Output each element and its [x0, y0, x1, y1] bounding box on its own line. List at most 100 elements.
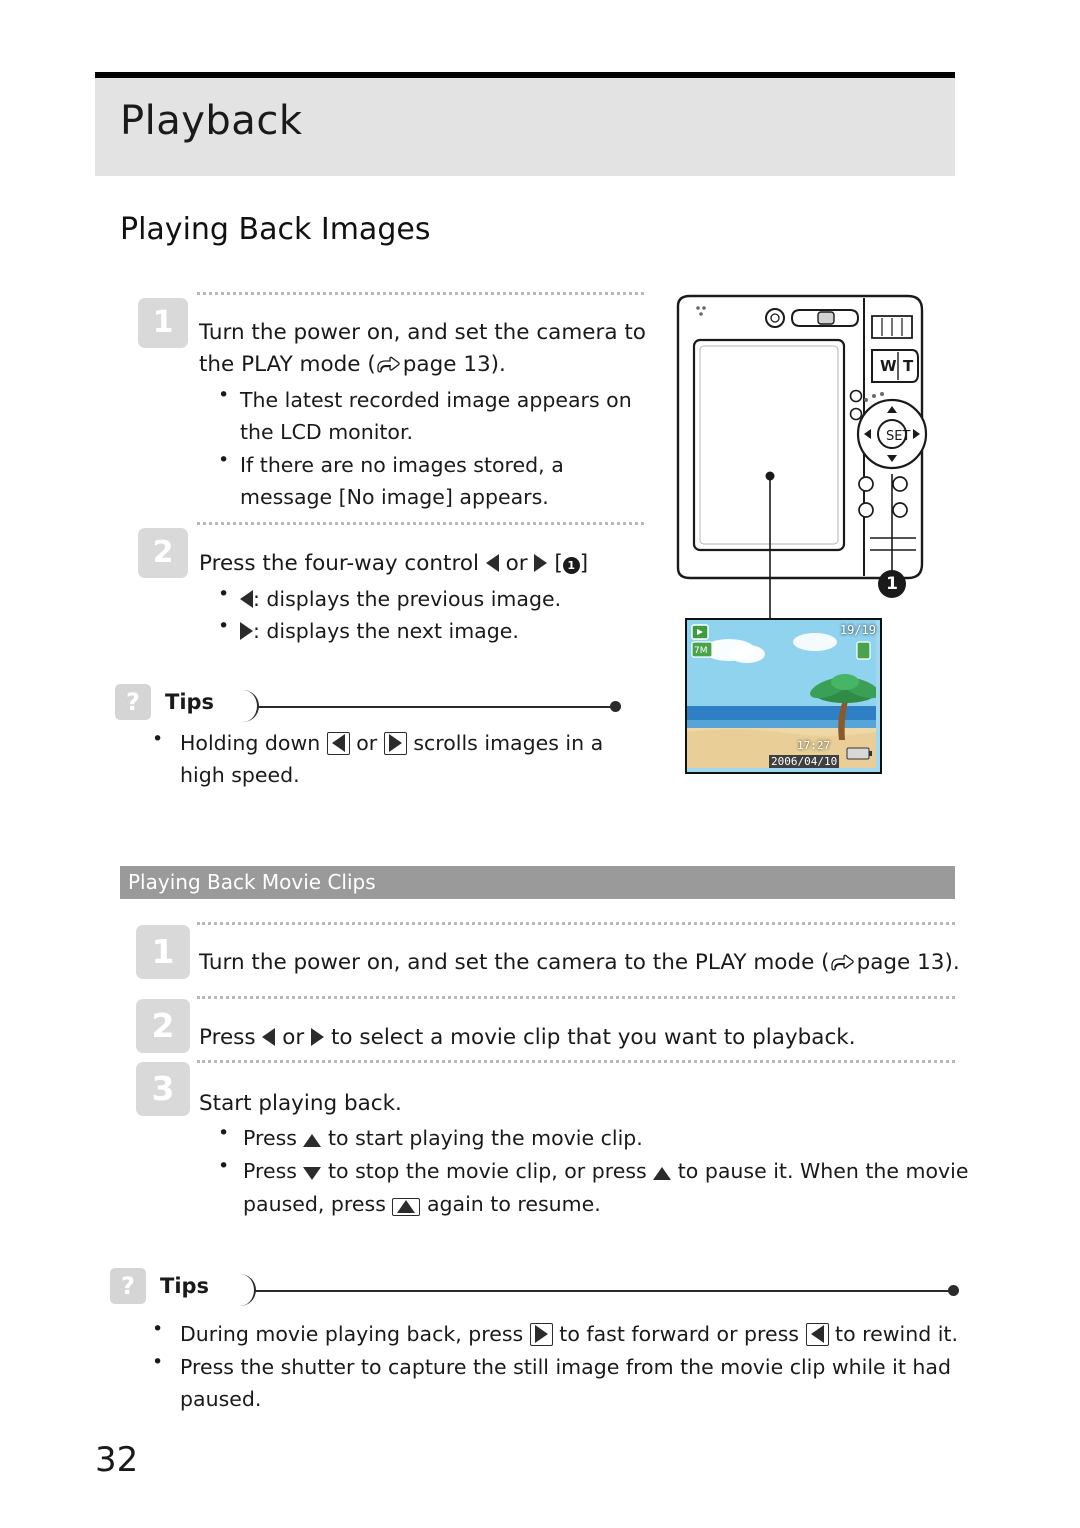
- tips-header-1: ? Tips: [115, 684, 625, 724]
- step-1-line-1: Turn the power on, and set the camera to: [199, 320, 646, 345]
- right-arrow-icon: [534, 554, 548, 572]
- step-1-bullet-2-line-1: If there are no images stored, a: [240, 453, 564, 477]
- svg-text:7M: 7M: [694, 646, 708, 656]
- movie-bullet-2-mid: to stop the movie clip, or press: [328, 1159, 647, 1183]
- step-2-bullet-1-text: : displays the previous image.: [253, 587, 562, 611]
- left-arrow-icon: [240, 590, 253, 608]
- movie-step-1-pre: Turn the power on, and set the camera to…: [199, 950, 830, 975]
- left-arrow-icon: [485, 554, 499, 572]
- step-1-bullet-2-line-2: message [No image] appears.: [240, 481, 660, 513]
- page-header: Playback: [95, 72, 955, 182]
- movie-bullet-2-pre: Press: [243, 1159, 297, 1183]
- step-1-page-word: page: [402, 352, 457, 377]
- tips-2-b1-mid: to fast forward or press: [559, 1322, 799, 1346]
- lcd-time: 17:27: [797, 739, 831, 752]
- right-arrow-icon: [311, 1028, 325, 1046]
- page-title: Playback: [120, 98, 303, 144]
- movie-step-2-pre: Press: [199, 1025, 256, 1050]
- subsection-band: Playing Back Movie Clips: [120, 866, 955, 899]
- question-mark-icon: ?: [110, 1268, 146, 1304]
- up-arrow-icon: [653, 1167, 672, 1180]
- callout-ref-1: 1: [562, 557, 580, 574]
- bullet-marker: •: [152, 728, 164, 750]
- movie-step-2-text: Press or to select a movie clip that you…: [199, 1022, 969, 1054]
- movie-step-3-bullet-1: Press to start playing the movie clip.: [243, 1122, 963, 1154]
- movie-step-number-1: 1: [136, 925, 190, 979]
- step-1-bullet-1-line-2: the LCD monitor.: [240, 420, 414, 444]
- left-arrow-icon: [262, 1028, 276, 1046]
- step-number-1: 1: [138, 298, 188, 348]
- tips-label: Tips: [165, 690, 215, 714]
- down-arrow-icon: [303, 1167, 322, 1180]
- bullet-marker: •: [218, 615, 230, 637]
- tips-1-or: or: [356, 731, 378, 755]
- movie-step-1-page-num: 13: [917, 950, 945, 975]
- step-1-page-num: 13: [463, 352, 491, 377]
- tips-2-b1-pre: During movie playing back, press: [180, 1322, 524, 1346]
- bullet-marker: •: [218, 384, 230, 406]
- bullet-marker: •: [152, 1318, 164, 1340]
- lcd-sample-image: 7M 19/19 17:27 2006/04/10: [685, 618, 882, 774]
- movie-step-1-text: Turn the power on, and set the camera to…: [199, 947, 969, 982]
- step-2-or: or: [505, 551, 528, 576]
- up-arrow-icon: [303, 1134, 322, 1147]
- tips-2-bullet-2-line-1: Press the shutter to capture the still i…: [180, 1355, 951, 1379]
- pointing-hand-icon: [376, 352, 402, 384]
- movie-bullet-2-post: to pause it. When the movie: [677, 1159, 969, 1183]
- page-number: 32: [95, 1440, 139, 1480]
- tips-end-dot: [948, 1285, 959, 1296]
- tips-2-b1-post: to rewind it.: [835, 1322, 958, 1346]
- tips-rule: [254, 1290, 950, 1292]
- step-divider-2: [197, 522, 644, 525]
- movie-step-number-2: 2: [136, 999, 190, 1053]
- lcd-date: 2006/04/10: [769, 755, 840, 768]
- section-title: Playing Back Images: [120, 212, 431, 247]
- right-arrow-icon: [240, 622, 253, 640]
- movie-step-2-or: or: [282, 1025, 305, 1050]
- tips-header-2: ? Tips: [110, 1268, 960, 1308]
- callout-badge-1: 1: [878, 570, 906, 598]
- right-arrow-key-icon: [529, 1323, 553, 1346]
- tips-label: Tips: [160, 1274, 210, 1298]
- question-mark-icon: ?: [115, 684, 151, 720]
- bullet-marker: •: [218, 583, 230, 605]
- tips-1-bullet-line-2: high speed.: [180, 763, 300, 787]
- step-number-2: 2: [138, 528, 188, 578]
- tips-rule: [257, 706, 612, 708]
- step-1-line-2-post: ).: [490, 352, 506, 377]
- movie-step-number-3: 3: [136, 1062, 190, 1116]
- svg-text:SET: SET: [886, 429, 910, 444]
- tips-2-bullet-1: During movie playing back, press to fast…: [180, 1318, 970, 1350]
- movie-step-3-text: Start playing back.: [199, 1091, 402, 1116]
- movie-step-1-post: ).: [944, 950, 960, 975]
- movie-bullet-1-pre: Press: [243, 1126, 297, 1150]
- movie-step-2-post: to select a movie clip that you want to …: [330, 1025, 856, 1050]
- pointing-hand-icon: [830, 950, 856, 982]
- svg-text:T: T: [903, 357, 914, 375]
- step-2-line-1: Press the four-way control or [1]: [199, 551, 589, 576]
- subsection-title: Playing Back Movie Clips: [128, 870, 376, 894]
- movie-bullet-2-line2-post: again to resume.: [426, 1192, 601, 1216]
- movie-step-divider-1: [197, 922, 955, 925]
- step-2-text-pre: Press the four-way control: [199, 551, 479, 576]
- movie-step-3-bullet-2-line-1: Press to stop the movie clip, or press t…: [243, 1155, 973, 1187]
- movie-bullet-2-line2-pre: paused, press: [243, 1192, 386, 1216]
- step-1-line-2: the PLAY mode ( page 13).: [199, 349, 669, 384]
- tips-1-post: scrolls images in a: [413, 731, 604, 755]
- up-arrow-key-icon: [392, 1198, 421, 1216]
- step-1-line-2-pre: the PLAY mode (: [199, 352, 376, 377]
- movie-step-1-page-word: page: [856, 950, 911, 975]
- no-image-pre: message [: [240, 485, 347, 509]
- bullet-marker: •: [218, 1122, 230, 1144]
- step-2-bullet-2-text: : displays the next image.: [253, 619, 519, 643]
- no-image-keyword: No image: [346, 485, 445, 509]
- svg-text:W: W: [880, 357, 897, 375]
- bullet-marker: •: [218, 1155, 230, 1177]
- tips-end-dot: [610, 701, 621, 712]
- left-arrow-key-icon: [805, 1323, 829, 1346]
- step-divider-1: [197, 292, 644, 295]
- step-2-bullet-2: : displays the next image.: [240, 615, 660, 647]
- lcd-frame-counter: 19/19: [839, 623, 876, 637]
- step-2-bullet-1: : displays the previous image.: [240, 583, 660, 615]
- tips-2-bullet-2-line-2: paused.: [180, 1387, 262, 1411]
